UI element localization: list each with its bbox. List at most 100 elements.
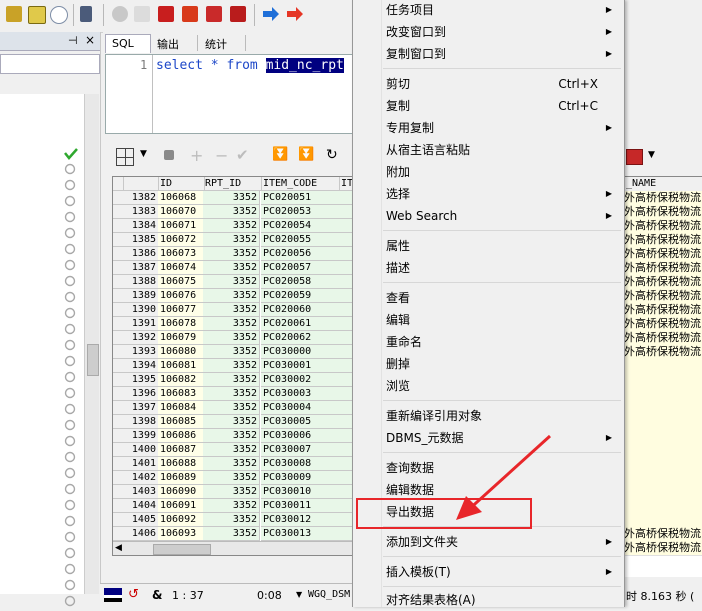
col-header-item-code[interactable]: ITEM_CODE — [261, 177, 340, 191]
table-row[interactable]: 1393 106080 3352 PC030000 — [113, 345, 353, 359]
menu-item[interactable]: 附加 — [386, 161, 616, 183]
cell-rpt-id[interactable]: 3352 — [203, 471, 260, 485]
cell-id[interactable]: 106070 — [158, 205, 205, 219]
cell-item-code[interactable]: PC020060 — [261, 303, 340, 317]
cell-rpt-id[interactable]: 3352 — [203, 457, 260, 471]
right-cell[interactable]: 外高桥保税物流 — [624, 191, 702, 206]
row-number[interactable]: 1405 — [123, 513, 159, 527]
cell-item-code[interactable]: PC030003 — [261, 387, 340, 401]
right-cell[interactable] — [624, 513, 702, 528]
row-number[interactable]: 1395 — [123, 373, 159, 387]
cell-id[interactable]: 106068 — [158, 191, 205, 205]
cell-id[interactable]: 106073 — [158, 247, 205, 261]
cell-item-code[interactable]: PC030004 — [261, 401, 340, 415]
right-cell[interactable]: 外高桥保税物流 — [624, 541, 702, 556]
table-row[interactable]: 1399 106086 3352 PC030006 — [113, 429, 353, 443]
menu-item[interactable]: 删掉 — [386, 353, 616, 375]
cell-id[interactable]: 106088 — [158, 457, 205, 471]
table-row[interactable]: 1386 106073 3352 PC020056 — [113, 247, 353, 261]
cell-rpt-id[interactable]: 3352 — [203, 345, 260, 359]
menu-item[interactable]: 任务项目 ▶ — [386, 0, 616, 21]
row-number[interactable]: 1386 — [123, 247, 159, 261]
cell-id[interactable]: 106090 — [158, 485, 205, 499]
table-row[interactable]: 1390 106077 3352 PC020060 — [113, 303, 353, 317]
menu-item[interactable]: Web Search ▶ — [386, 205, 616, 227]
right-grid[interactable]: _NAME 外高桥保税物流 外高桥保税物流 外高桥保税物流 外高桥保税物流 外高桥保税物… — [624, 176, 702, 577]
right-cell[interactable] — [624, 429, 702, 444]
grid-icon[interactable] — [116, 148, 134, 166]
add-row-icon[interactable]: + — [190, 146, 203, 165]
cell-item-code[interactable]: PC030010 — [261, 485, 340, 499]
menu-item[interactable]: 添加到文件夹 ▶ — [386, 531, 616, 553]
grid-dropdown-icon[interactable]: ▼ — [140, 149, 147, 159]
table-row[interactable]: 1406 106093 3352 PC030013 — [113, 527, 353, 541]
cell-item-code[interactable]: PC020054 — [261, 219, 340, 233]
scroll-left-icon[interactable]: ◀ — [115, 543, 122, 553]
menu-item[interactable]: 浏览 — [386, 375, 616, 397]
cell-rpt-id[interactable]: 3352 — [203, 387, 260, 401]
connection-name[interactable]: WGQ_DSM — [308, 589, 350, 600]
table-row[interactable]: 1405 106092 3352 PC030012 — [113, 513, 353, 527]
table-row[interactable]: 1388 106075 3352 PC020058 — [113, 275, 353, 289]
result-grid[interactable]: ID RPT_ID ITEM_CODE IT 1382 106068 3352 PC0… — [112, 176, 354, 556]
table-row[interactable]: 1384 106071 3352 PC020054 — [113, 219, 353, 233]
right-cell[interactable]: 外高桥保税物流 — [624, 233, 702, 248]
menu-item[interactable]: 描述 — [386, 257, 616, 279]
table-row[interactable]: 1403 106090 3352 PC030010 — [113, 485, 353, 499]
right-cell[interactable] — [624, 387, 702, 402]
cell-id[interactable]: 106091 — [158, 499, 205, 513]
cell-rpt-id[interactable]: 3352 — [203, 359, 260, 373]
row-number[interactable]: 1388 — [123, 275, 159, 289]
row-number[interactable]: 1401 — [123, 457, 159, 471]
menu-item[interactable]: 对齐结果表格(A) — [386, 589, 616, 611]
right-col-header[interactable]: _NAME — [624, 177, 702, 192]
row-number[interactable]: 1402 — [123, 471, 159, 485]
gear-disabled-icon[interactable] — [112, 6, 128, 22]
tab-sql[interactable]: SQL — [105, 34, 151, 53]
refresh-icon[interactable]: ↻ — [326, 147, 338, 163]
right-cell[interactable]: 外高桥保税物流 — [624, 275, 702, 290]
row-number[interactable]: 1387 — [123, 261, 159, 275]
cell-rpt-id[interactable]: 3352 — [203, 247, 260, 261]
menu-item[interactable]: 选择 ▶ — [386, 183, 616, 205]
menu-item[interactable]: 插入模板(T) ▶ — [386, 561, 616, 583]
cell-rpt-id[interactable]: 3352 — [203, 499, 260, 513]
right-cell[interactable] — [624, 415, 702, 430]
row-number[interactable]: 1403 — [123, 485, 159, 499]
cell-id[interactable]: 106077 — [158, 303, 205, 317]
right-cell[interactable] — [624, 373, 702, 388]
arrow-right-red-icon[interactable] — [286, 6, 303, 22]
table-row[interactable]: 1382 106068 3352 PC020051 — [113, 191, 353, 205]
menu-item[interactable]: 属性 — [386, 235, 616, 257]
menu-item[interactable]: 重命名 — [386, 331, 616, 353]
row-number[interactable]: 1390 — [123, 303, 159, 317]
menu-item[interactable]: 查看 — [386, 287, 616, 309]
table-dropdown-icon[interactable]: ▼ — [648, 150, 655, 160]
menu-item[interactable]: 专用复制 ▶ — [386, 117, 616, 139]
right-cell[interactable]: 外高桥保税物流 — [624, 219, 702, 234]
row-number[interactable]: 1400 — [123, 443, 159, 457]
left-scrollbar-thumb[interactable] — [87, 344, 99, 376]
cell-id[interactable]: 106086 — [158, 429, 205, 443]
cell-id[interactable]: 106089 — [158, 471, 205, 485]
grid-hscroll-thumb[interactable] — [153, 544, 211, 555]
right-cell[interactable]: 外高桥保税物流 — [624, 527, 702, 542]
tab-output[interactable]: 输出 — [151, 35, 198, 51]
cell-item-code[interactable]: PC030012 — [261, 513, 340, 527]
right-cell[interactable] — [624, 499, 702, 514]
row-number[interactable]: 1398 — [123, 415, 159, 429]
table-row[interactable]: 1389 106076 3352 PC020059 — [113, 289, 353, 303]
table-row[interactable]: 1395 106082 3352 PC030002 — [113, 373, 353, 387]
cell-id[interactable]: 106081 — [158, 359, 205, 373]
right-cell[interactable] — [624, 457, 702, 472]
ampersand-icon[interactable]: & — [152, 588, 162, 602]
menu-item[interactable]: 改变窗口到 ▶ — [386, 21, 616, 43]
wrench-icon[interactable] — [80, 6, 92, 22]
cell-id[interactable]: 106076 — [158, 289, 205, 303]
cell-rpt-id[interactable]: 3352 — [203, 485, 260, 499]
cell-item-code[interactable]: PC030001 — [261, 359, 340, 373]
table-row[interactable]: 1404 106091 3352 PC030011 — [113, 499, 353, 513]
close-icon[interactable]: × — [85, 33, 95, 47]
cell-rpt-id[interactable]: 3352 — [203, 261, 260, 275]
cell-item-code[interactable]: PC030000 — [261, 345, 340, 359]
